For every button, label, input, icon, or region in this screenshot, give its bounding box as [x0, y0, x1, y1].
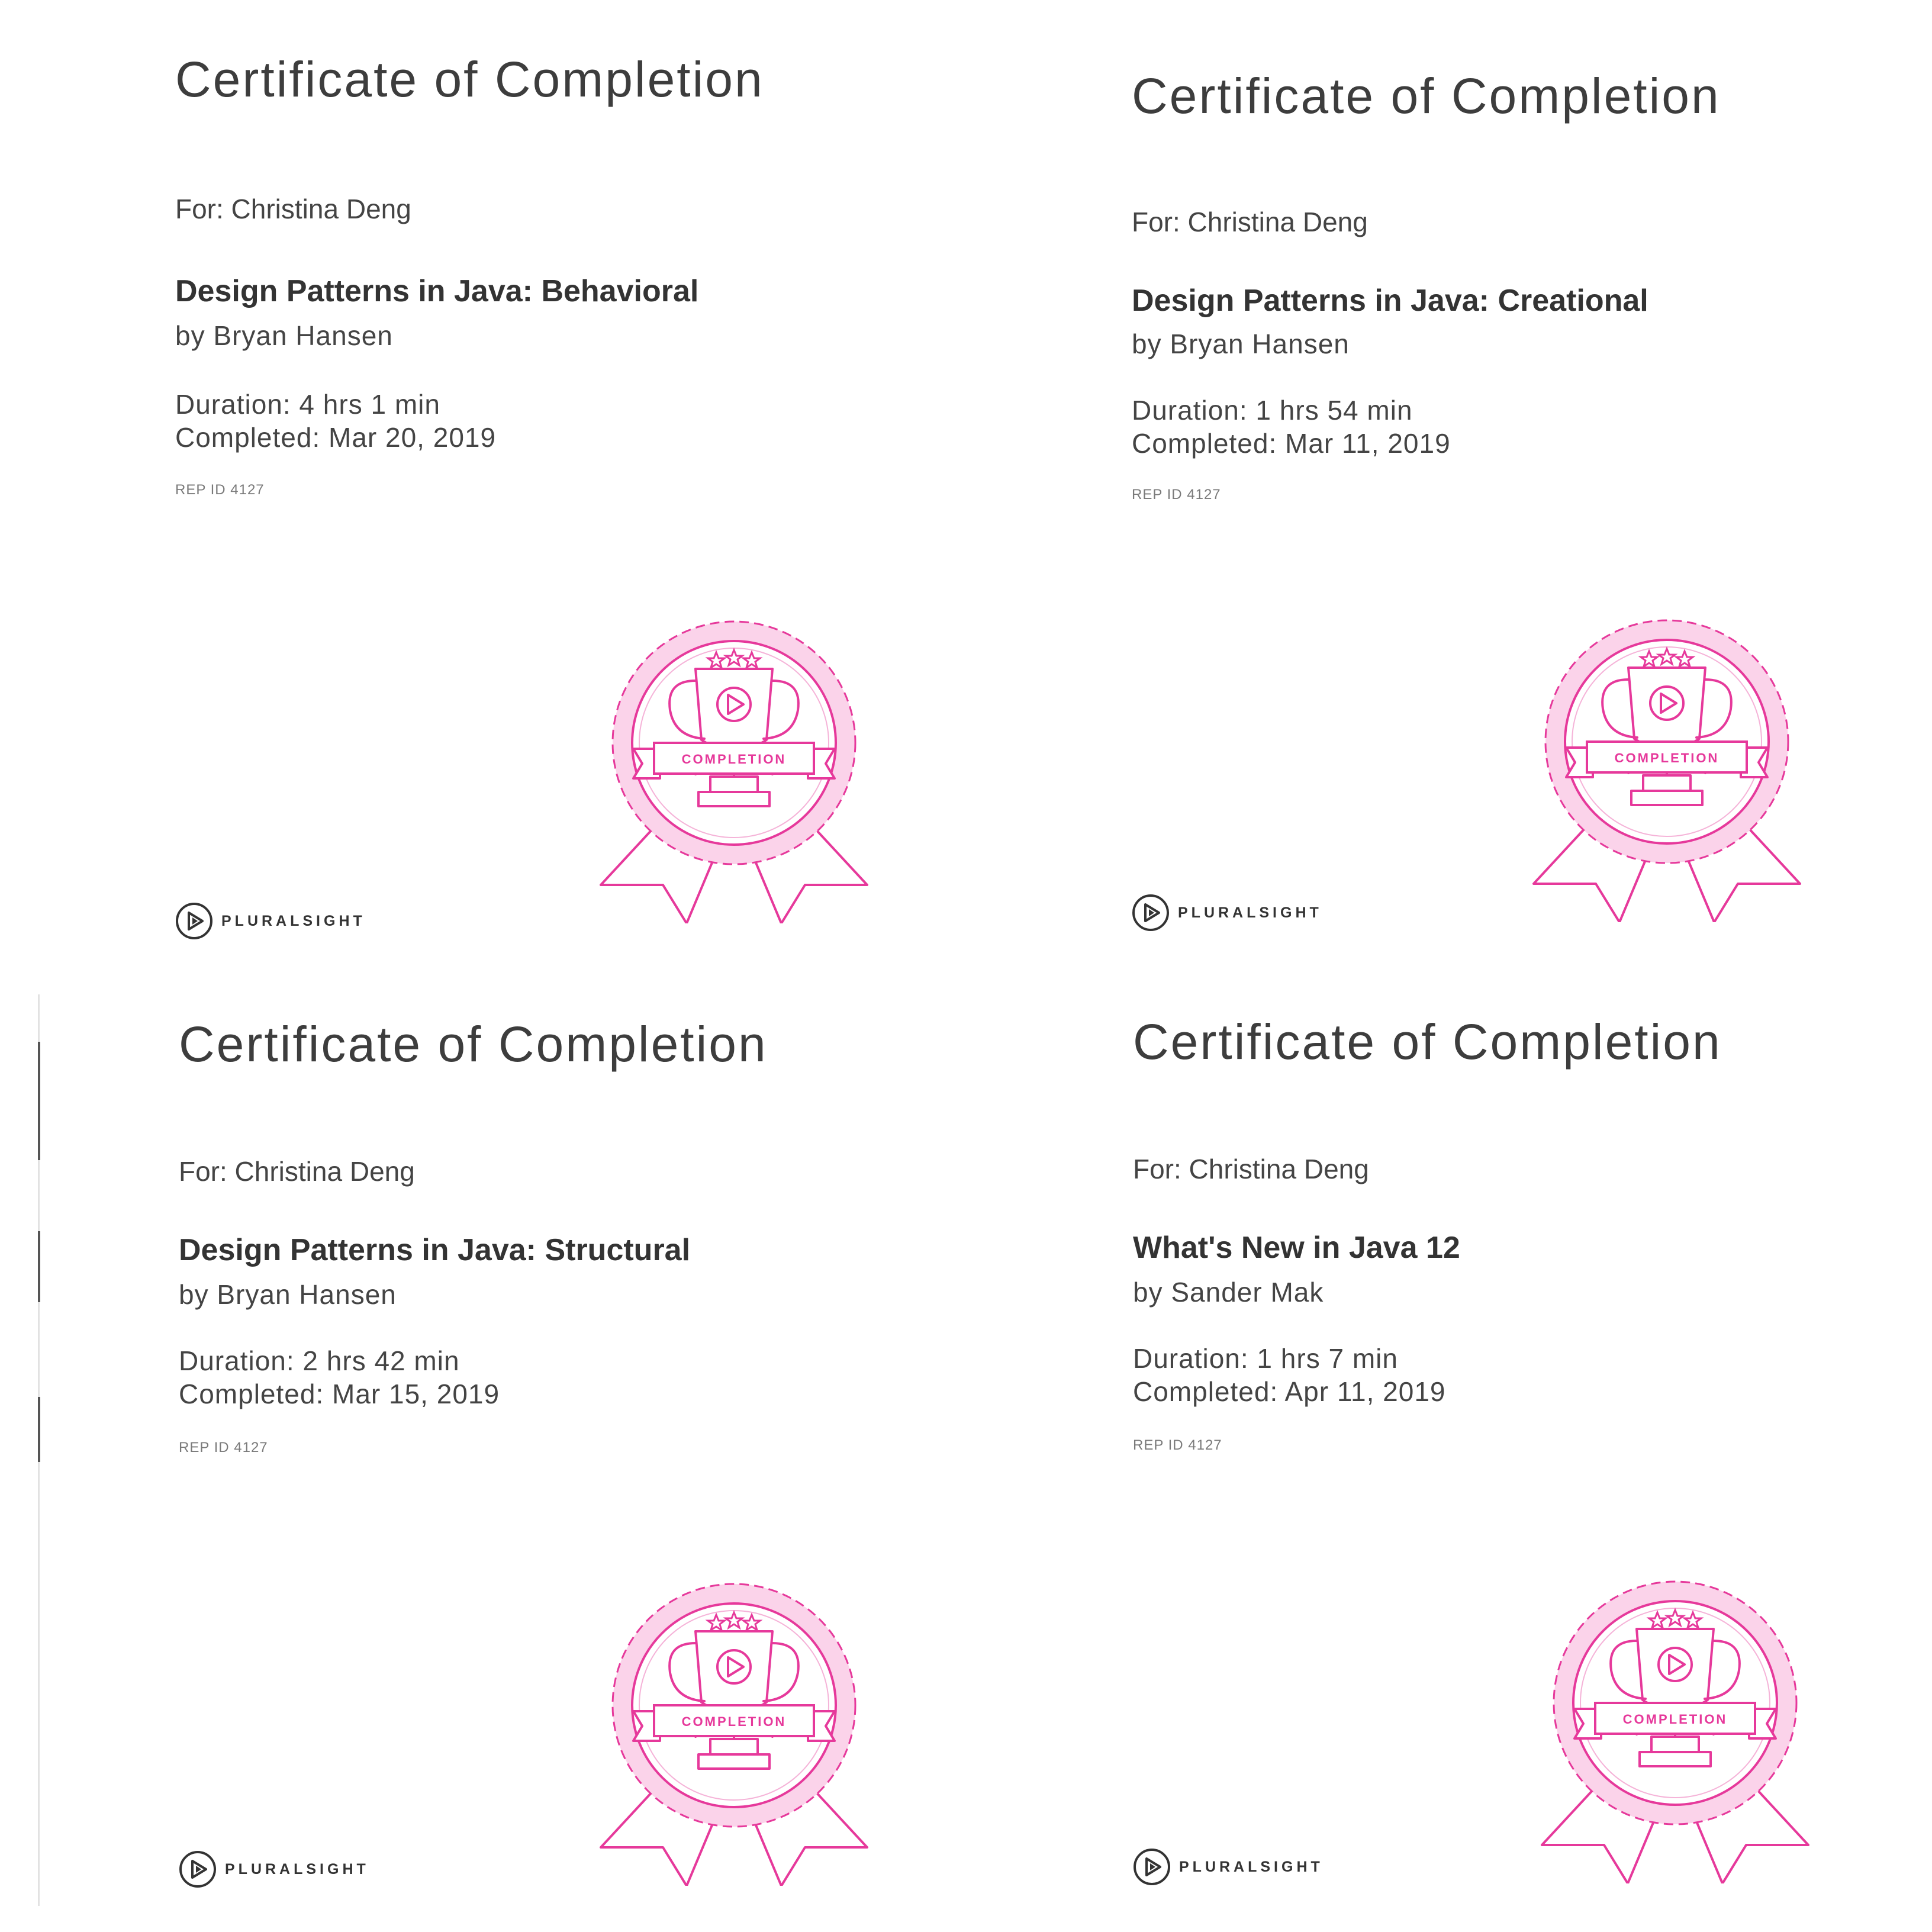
pluralsight-play-icon: [179, 1851, 216, 1888]
pluralsight-play-icon: [1132, 894, 1169, 931]
completion-banner: COMPLETION: [632, 742, 836, 780]
certificate-title: Certificate of Completion: [175, 51, 764, 107]
rep-id: REP ID 4127: [1133, 1437, 1222, 1453]
completion-badge-icon: COMPLETION: [600, 620, 868, 923]
duration: Duration: 1 hrs 7 min: [1133, 1343, 1398, 1374]
completion-badge-icon: COMPLETION: [1532, 619, 1801, 922]
course-title: Design Patterns in Java: Structural: [179, 1233, 691, 1267]
course-title: Design Patterns in Java: Behavioral: [175, 274, 699, 308]
duration: Duration: 1 hrs 54 min: [1132, 395, 1413, 426]
svg-text:COMPLETION: COMPLETION: [1615, 751, 1720, 765]
duration: Duration: 2 hrs 42 min: [179, 1345, 460, 1376]
certificate-title: Certificate of Completion: [1133, 1014, 1722, 1070]
recipient: For: Christina Deng: [175, 194, 411, 224]
pluralsight-logo: PLURALSIGHT: [175, 902, 366, 940]
rep-id: REP ID 4127: [1132, 487, 1221, 503]
duration: Duration: 4 hrs 1 min: [175, 389, 440, 420]
certificate-creational: Certificate of Completion For: Christina…: [957, 17, 1923, 983]
pluralsight-logo: PLURALSIGHT: [1132, 894, 1322, 932]
completed-date: Completed: Mar 20, 2019: [175, 422, 497, 453]
rep-id: REP ID 4127: [179, 1440, 268, 1456]
svg-text:COMPLETION: COMPLETION: [682, 1714, 787, 1729]
recipient: For: Christina Deng: [179, 1156, 415, 1187]
certificate-title: Certificate of Completion: [1132, 68, 1721, 124]
completed-date: Completed: Mar 11, 2019: [1132, 428, 1451, 459]
pluralsight-wordmark: PLURALSIGHT: [221, 912, 366, 929]
course-author: by Bryan Hansen: [179, 1279, 397, 1310]
certificate-behavioral: Certificate of Completion For: Christina…: [0, 0, 966, 966]
svg-text:COMPLETION: COMPLETION: [682, 752, 787, 767]
course-title: Design Patterns in Java: Creational: [1132, 284, 1648, 318]
course-author: by Bryan Hansen: [175, 320, 393, 351]
completion-badge-icon: COMPLETION: [600, 1583, 868, 1886]
recipient: For: Christina Deng: [1132, 207, 1368, 237]
recipient: For: Christina Deng: [1133, 1154, 1369, 1184]
pluralsight-play-icon: [1134, 1849, 1170, 1885]
completed-date: Completed: Mar 15, 2019: [179, 1379, 500, 1409]
certificate-title: Certificate of Completion: [179, 1016, 768, 1072]
certificate-java-12: Certificate of Completion For: Christina…: [958, 954, 1924, 1920]
completed-date: Completed: Apr 11, 2019: [1133, 1376, 1446, 1407]
rep-id: REP ID 4127: [175, 482, 265, 498]
pluralsight-logo: PLURALSIGHT: [179, 1850, 369, 1888]
course-title: What's New in Java 12: [1133, 1231, 1460, 1265]
pluralsight-logo: PLURALSIGHT: [1133, 1848, 1324, 1886]
completion-banner: COMPLETION: [1565, 740, 1769, 778]
pluralsight-wordmark: PLURALSIGHT: [1179, 1858, 1324, 1875]
pluralsight-wordmark: PLURALSIGHT: [1178, 904, 1322, 921]
course-author: by Bryan Hansen: [1132, 329, 1350, 359]
completion-banner: COMPLETION: [632, 1704, 836, 1742]
svg-text:COMPLETION: COMPLETION: [1623, 1712, 1728, 1727]
pluralsight-wordmark: PLURALSIGHT: [225, 1860, 369, 1878]
certificate-structural: Certificate of Completion For: Christina…: [4, 957, 970, 1923]
completion-badge-icon: COMPLETION: [1541, 1580, 1809, 1883]
completion-banner: COMPLETION: [1573, 1702, 1777, 1740]
pluralsight-play-icon: [176, 903, 212, 939]
course-author: by Sander Mak: [1133, 1277, 1324, 1308]
